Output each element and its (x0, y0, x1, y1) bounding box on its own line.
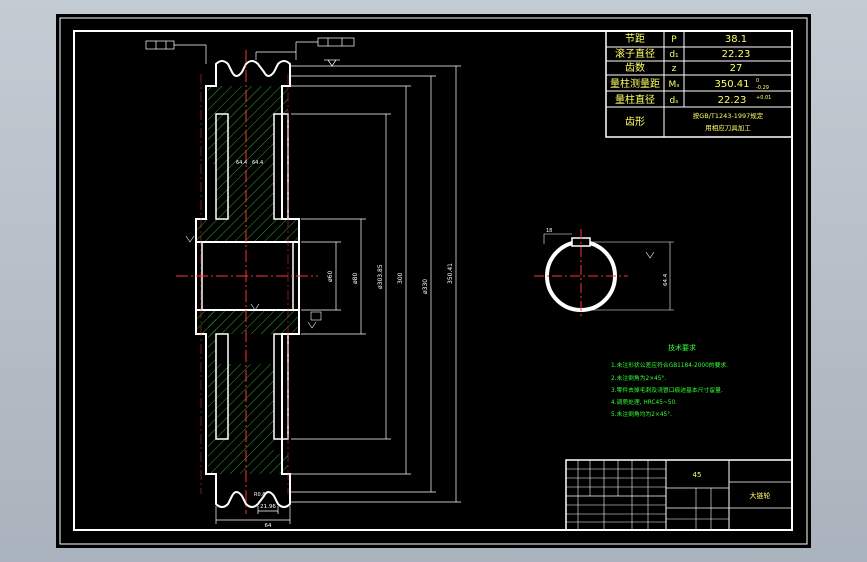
param-value-roller-diameter: 22.23 (722, 49, 751, 60)
param-value-pin-diameter: 22.23 (718, 95, 747, 106)
dim-tip-diameter: ø330 (422, 279, 429, 294)
upper-web-hatch (208, 86, 288, 219)
outer-frame (59, 17, 808, 545)
sprocket-section-view: 350.41 ø330 300 ø303.85 ø80 ø60 64 21.96… (145, 37, 461, 529)
width-dimensions (215, 506, 291, 524)
hub-upper-hatch (196, 219, 299, 242)
tolerance-upper: 0 (756, 78, 759, 84)
dim-hub-diameter: ø80 (352, 273, 359, 284)
dim-hub-width: 64 (265, 523, 272, 529)
param-name-pitch: 节距 (625, 33, 645, 45)
tolerance-lower: -0.29 (756, 85, 769, 91)
param-value-teeth: 27 (730, 63, 743, 74)
param-name-teeth: 齿数 (625, 61, 645, 74)
param-value-pitch: 38.1 (725, 34, 747, 45)
param-symbol-teeth: z (672, 64, 677, 74)
hub-end-view: 18 64.4 (534, 228, 674, 319)
param-name-measure-distance: 量柱测量距 (610, 77, 660, 90)
dim-chamfer-note: R0.8 (254, 492, 265, 498)
param-symbol-pin-diameter: dₛ (669, 96, 678, 106)
dim-web-note: 64.4 (236, 160, 247, 166)
dim-root-diameter: 300 (397, 272, 404, 284)
tech-req-item-2: 2.未注倒角为2×45°. (611, 374, 666, 382)
tech-req-title: 技术要求 (668, 343, 696, 352)
diameter-dimensions (291, 65, 461, 503)
pin-tolerance: +0.01 (756, 95, 771, 101)
param-symbol-measure-distance: Mₛ (668, 80, 679, 90)
keyway-width-dim: 18 (546, 228, 552, 234)
tooth-form-standard: 按GB/T1243-1997规定 (693, 111, 764, 120)
tech-req-item-4: 4.调质处理, HRC45~50. (611, 398, 677, 406)
drawing-sheet: 节距 P 38.1 滚子直径 d₁ 22.23 齿数 z 27 量柱测量距 Mₛ… (56, 14, 811, 548)
tech-req-item-1: 1.未注形状公差应符合GB1184-2000的要求. (611, 361, 728, 369)
cad-viewport: 节距 P 38.1 滚子直径 d₁ 22.23 齿数 z 27 量柱测量距 Mₛ… (0, 0, 867, 562)
tech-req-item-5: 5.未注倒角均为2×45°. (611, 410, 672, 418)
tech-req-item-3: 3.零件去掉毛刺及浇冒口痕迹基本尺寸留量. (611, 386, 723, 394)
parameter-table: 节距 P 38.1 滚子直径 d₁ 22.23 齿数 z 27 量柱测量距 Mₛ… (605, 30, 793, 138)
dim-tooth-width: 21.96 (260, 504, 276, 510)
hub-lower-hatch (196, 310, 299, 334)
dim-measure-distance: 350.41 (447, 263, 454, 284)
hatch-label: 64.4 (252, 160, 263, 166)
param-name-pin-diameter: 量柱直径 (615, 93, 655, 106)
technical-requirements: 技术要求 1.未注形状公差应符合GB1184-2000的要求. 2.未注倒角为2… (611, 343, 728, 418)
keyway-depth-dim: 64.4 (663, 273, 669, 286)
sprocket-drawing: 节距 P 38.1 滚子直径 d₁ 22.23 齿数 z 27 量柱测量距 Mₛ… (59, 17, 808, 545)
tooth-form-tooling: 用相应刀具加工 (705, 123, 751, 132)
tooth-form-label: 齿形 (625, 116, 645, 128)
material-cell: 45 (693, 471, 702, 479)
dim-pitch-circle: ø303.85 (377, 264, 384, 289)
param-symbol-pitch: P (671, 35, 677, 45)
part-name-cell: 大链轮 (750, 491, 771, 500)
param-name-roller-diameter: 滚子直径 (615, 47, 655, 60)
dim-bore-diameter: ø60 (327, 271, 334, 282)
param-value-measure-distance: 350.41 (715, 79, 750, 90)
param-symbol-roller-diameter: d₁ (669, 50, 679, 60)
